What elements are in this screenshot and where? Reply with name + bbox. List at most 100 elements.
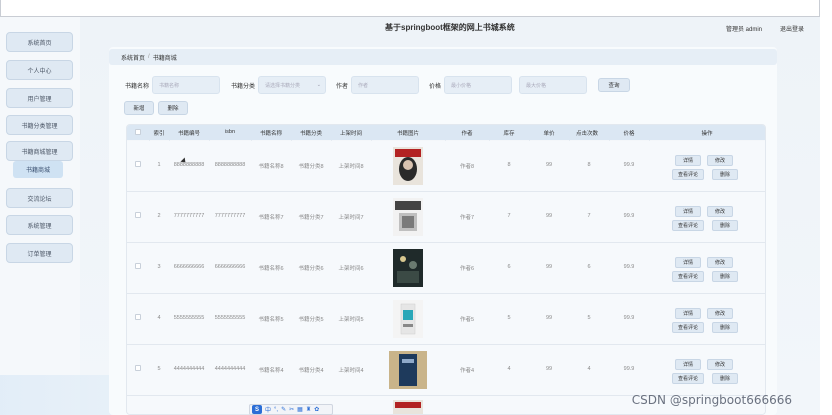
pen-icon[interactable]: ✎ bbox=[281, 406, 286, 413]
edit-button[interactable]: 修改 bbox=[707, 257, 733, 268]
breadcrumb-home[interactable]: 系统首页 bbox=[121, 53, 145, 62]
cell-isbn: 8888888888 bbox=[214, 162, 246, 168]
th-stock: 库存 bbox=[503, 131, 515, 137]
sidebar-item-users[interactable]: 用户管理 bbox=[6, 88, 73, 108]
book-cover-image bbox=[393, 249, 423, 287]
sidebar-item-book-category[interactable]: 书籍分类管理 bbox=[6, 115, 73, 135]
sidebar-item-book-mall-manage[interactable]: 书籍商城管理 bbox=[6, 141, 73, 161]
cell-price: 99.9 bbox=[623, 315, 635, 321]
cell-code: 6666666666 bbox=[173, 264, 205, 270]
breadcrumb: 系统首页 / 书籍商城 bbox=[109, 49, 777, 65]
sidebar-item-profile[interactable]: 个人中心 bbox=[6, 60, 73, 80]
th-index: 索引 bbox=[153, 131, 165, 137]
cell-author: 作者8 bbox=[459, 164, 475, 170]
row-delete-button[interactable]: 删除 bbox=[712, 373, 738, 384]
scissors-icon[interactable]: ✂ bbox=[289, 406, 294, 413]
detail-button[interactable]: 详情 bbox=[675, 308, 701, 319]
cell-clicks: 8 bbox=[587, 162, 591, 168]
detail-button[interactable]: 详情 bbox=[675, 257, 701, 268]
cell-index: 1 bbox=[157, 162, 161, 168]
sidebar-subitem-book-mall[interactable]: 书籍商城 bbox=[13, 161, 63, 178]
cell-index: 2 bbox=[157, 213, 161, 219]
row-delete-button[interactable]: 删除 bbox=[712, 322, 738, 333]
ime-toolbar[interactable]: S 中 °, ✎ ✂ ▦ ♜ ✿ bbox=[249, 404, 333, 415]
cell-price: 99.9 bbox=[623, 366, 635, 372]
chevron-down-icon: ⌄ bbox=[316, 82, 321, 88]
row-delete-button[interactable]: 删除 bbox=[712, 271, 738, 282]
row-delete-button[interactable]: 删除 bbox=[712, 169, 738, 180]
book-cover-image bbox=[393, 198, 423, 236]
row-checkbox[interactable] bbox=[135, 314, 141, 320]
search-button[interactable]: 查询 bbox=[598, 78, 630, 92]
row-checkbox[interactable] bbox=[135, 212, 141, 218]
select-all-checkbox[interactable] bbox=[135, 129, 141, 135]
cell-time: 上架时间4 bbox=[338, 368, 364, 374]
cell-stock: 4 bbox=[507, 366, 511, 372]
cell-code: 8888888888 bbox=[173, 162, 205, 168]
sidebar-item-forum[interactable]: 交流论坛 bbox=[6, 188, 73, 208]
sidebar-item-label: 用户管理 bbox=[27, 96, 52, 103]
cell-clicks: 7 bbox=[587, 213, 591, 219]
book-cover-image bbox=[393, 300, 423, 338]
row-checkbox[interactable] bbox=[135, 365, 141, 371]
edit-button[interactable]: 修改 bbox=[707, 206, 733, 217]
cell-author: 作者5 bbox=[459, 317, 475, 323]
detail-button[interactable]: 详情 bbox=[675, 206, 701, 217]
edit-button[interactable]: 修改 bbox=[707, 308, 733, 319]
view-comments-button[interactable]: 查看评论 bbox=[672, 169, 704, 180]
edit-button[interactable]: 修改 bbox=[707, 155, 733, 166]
sidebar-item-system[interactable]: 系统管理 bbox=[6, 215, 73, 235]
cell-code: 5555555555 bbox=[173, 315, 205, 321]
cell-category: 书籍分类8 bbox=[298, 164, 324, 170]
cell-isbn: 5555555555 bbox=[214, 315, 246, 321]
sidebar-item-orders[interactable]: 订单管理 bbox=[6, 243, 73, 263]
cell-name: 书籍名称4 bbox=[258, 368, 284, 374]
ime-mode-label[interactable]: 中 bbox=[265, 405, 271, 414]
edit-button[interactable]: 修改 bbox=[707, 359, 733, 370]
view-comments-button[interactable]: 查看评论 bbox=[672, 322, 704, 333]
book-name-input[interactable]: 书籍名称 bbox=[152, 76, 220, 94]
cell-index: 3 bbox=[157, 264, 161, 270]
cell-name: 书籍名称6 bbox=[258, 266, 284, 272]
sidebar-item-label: 书籍商城 bbox=[25, 168, 50, 174]
add-button[interactable]: 新增 bbox=[124, 101, 154, 115]
view-comments-button[interactable]: 查看评论 bbox=[672, 271, 704, 282]
th-author: 作者 bbox=[461, 131, 473, 137]
window-top-strip bbox=[0, 0, 820, 17]
cell-price: 99.9 bbox=[623, 162, 635, 168]
table-header: 索引 书籍编号 isbn 书籍名称 书籍分类 上架时间 书籍图片 作者 库存 单… bbox=[127, 125, 765, 140]
row-checkbox[interactable] bbox=[135, 263, 141, 269]
category-select[interactable]: 请选择书籍分类 ⌄ bbox=[258, 76, 326, 94]
filter-name-label: 书籍名称 bbox=[125, 84, 150, 90]
cell-price: 99.9 bbox=[623, 213, 635, 219]
shirt-icon[interactable]: ♜ bbox=[306, 406, 311, 413]
punctuation-icon[interactable]: °, bbox=[274, 407, 278, 413]
row-delete-button[interactable]: 删除 bbox=[712, 220, 738, 231]
sidebar-item-home[interactable]: 系统首页 bbox=[6, 32, 73, 52]
sidebar-item-label: 系统管理 bbox=[27, 223, 52, 230]
keyboard-icon[interactable]: ▦ bbox=[297, 406, 303, 413]
gear-icon[interactable]: ✿ bbox=[314, 406, 319, 413]
logout-link[interactable]: 退出登录 bbox=[780, 24, 804, 33]
sidebar-item-label: 系统首页 bbox=[27, 40, 52, 47]
ime-logo-icon: S bbox=[252, 405, 262, 414]
th-code: 书籍编号 bbox=[177, 131, 200, 137]
cell-stock: 5 bbox=[507, 315, 511, 321]
cell-author: 作者7 bbox=[459, 215, 475, 221]
sidebar-item-label: 交流论坛 bbox=[27, 196, 52, 203]
delete-button[interactable]: 删除 bbox=[158, 101, 188, 115]
user-label: 管理员 admin bbox=[725, 27, 762, 33]
row-checkbox[interactable] bbox=[135, 161, 141, 167]
price-max-input[interactable]: 最大价格 bbox=[519, 76, 587, 94]
view-comments-button[interactable]: 查看评论 bbox=[672, 220, 704, 231]
price-min-input[interactable]: 最小价格 bbox=[444, 76, 512, 94]
cell-name: 书籍名称8 bbox=[258, 164, 284, 170]
detail-button[interactable]: 详情 bbox=[675, 155, 701, 166]
cell-unit: 99 bbox=[545, 315, 553, 321]
cell-unit: 99 bbox=[545, 213, 553, 219]
author-input[interactable]: 作者 bbox=[351, 76, 419, 94]
detail-button[interactable]: 详情 bbox=[675, 359, 701, 370]
cell-isbn: 6666666666 bbox=[214, 264, 246, 270]
cell-time: 上架时间5 bbox=[338, 317, 364, 323]
view-comments-button[interactable]: 查看评论 bbox=[672, 373, 704, 384]
